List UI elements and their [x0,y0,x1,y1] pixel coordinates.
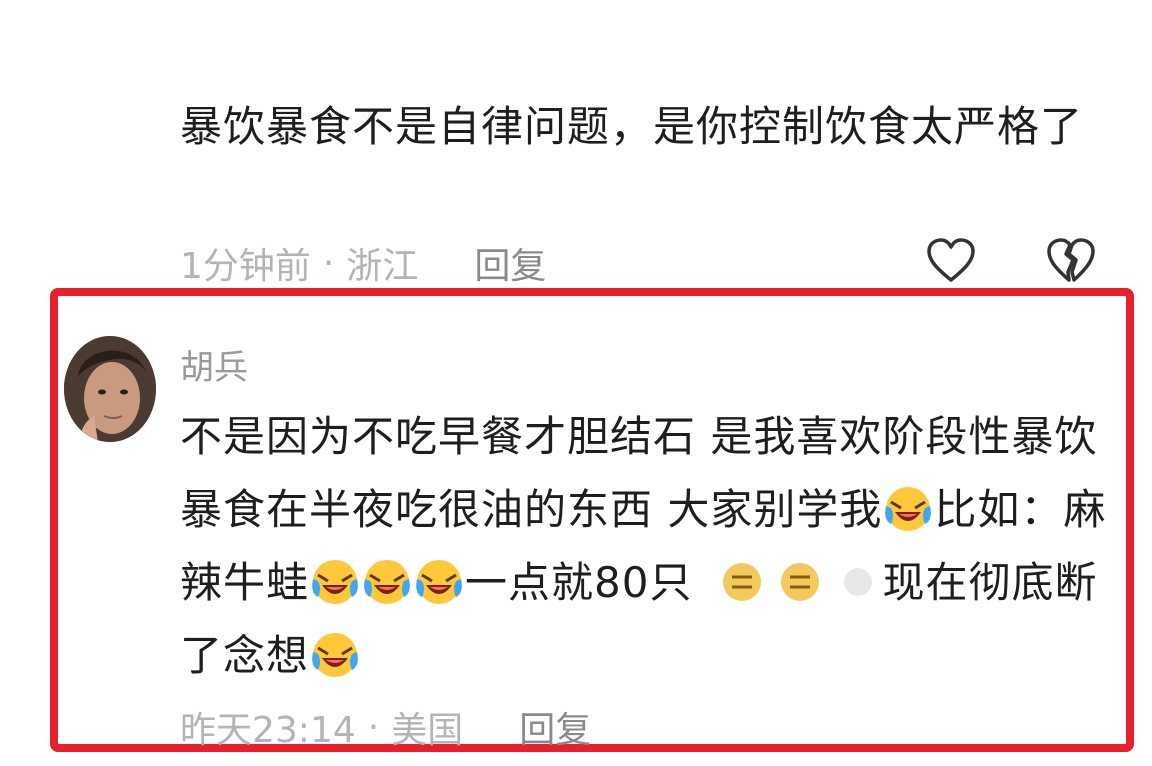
comment-text-segment: 一点就80只 [465,558,693,607]
broken-heart-icon[interactable] [1046,238,1096,284]
laughing-crying-emoji-icon [883,483,933,533]
meta-separator: · [367,706,380,748]
comment-body-highlighted: 不是因为不吃早餐才胆结石 是我喜欢阶段性暴饮暴食在半夜吃很油的东西 大家别学我比… [180,400,1110,692]
comment-location: 浙江 [346,246,419,287]
laughing-crying-emoji-icon [362,556,412,606]
comment-meta: 昨天23:14 · 美国 回复 [180,701,591,753]
heart-icon[interactable] [926,238,976,284]
comment-username[interactable]: 胡兵 [180,340,248,389]
comment-thread: 暴饮暴食不是自律问题，是你控制饮食太严格了 1分钟前 · 浙江 回复 胡兵 不是… [0,0,1152,766]
meta-separator: · [322,242,335,284]
avatar[interactable] [64,336,156,442]
sticker-icons-faded [692,554,882,601]
reply-button[interactable]: 回复 [474,237,546,289]
laughing-crying-emoji-icon [414,556,464,606]
comment-time: 1分钟前 [180,246,311,287]
comment-body: 暴饮暴食不是自律问题，是你控制饮食太严格了 [180,102,1084,151]
comment-time: 昨天23:14 [180,710,356,751]
reply-button[interactable]: 回复 [519,701,591,753]
comment-meta: 1分钟前 · 浙江 回复 [180,237,546,289]
comment-location: 美国 [391,710,464,751]
laughing-crying-emoji-icon [310,556,360,606]
laughing-crying-emoji-icon [310,629,360,679]
